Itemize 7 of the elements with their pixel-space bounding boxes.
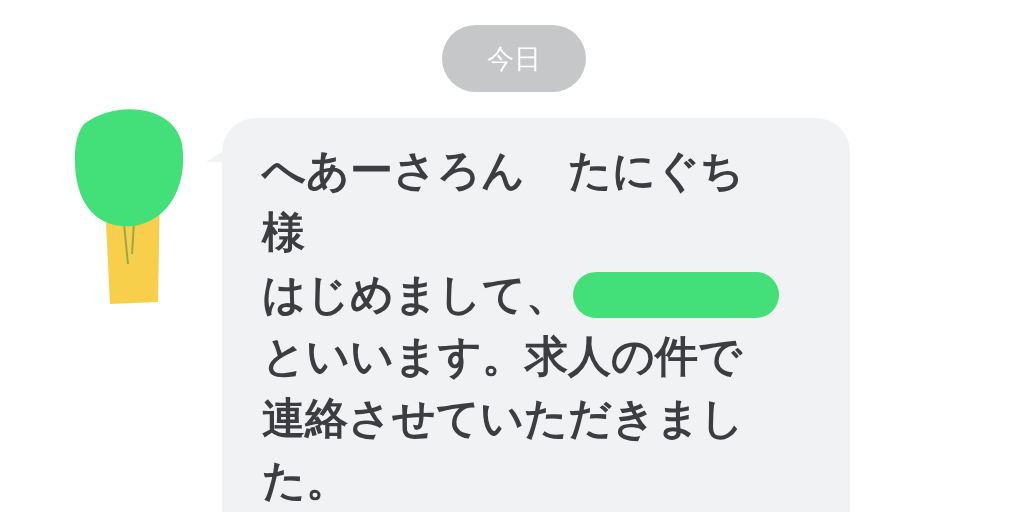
message-text: 連絡させていただきまし — [262, 392, 744, 445]
message-text: といいます。求人の件で — [262, 330, 742, 383]
date-badge: 今日 — [442, 25, 586, 92]
message-text: た。 — [262, 454, 349, 507]
message-text: へあーさろん たにぐち — [262, 144, 744, 197]
message-text: 様 — [262, 206, 305, 259]
message-text: はじめまして、 — [262, 268, 569, 321]
